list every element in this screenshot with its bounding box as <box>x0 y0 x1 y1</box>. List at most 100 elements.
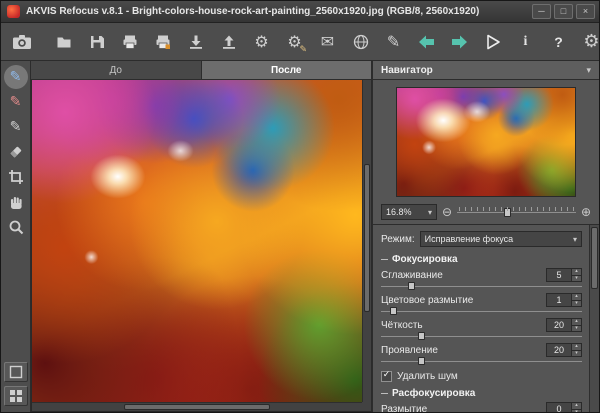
import-presets-button[interactable] <box>182 28 209 56</box>
quick-access-button[interactable] <box>4 386 28 406</box>
batch-processing-button[interactable]: ⚙ <box>248 28 275 56</box>
info-button[interactable]: i <box>512 28 539 56</box>
pencil-icon: ✎ <box>387 34 400 50</box>
snapshot-camera-button[interactable] <box>8 28 35 56</box>
slider-thumb[interactable] <box>390 307 397 315</box>
param-slider[interactable] <box>381 307 582 316</box>
vertical-scroll-thumb[interactable] <box>364 164 370 312</box>
slider-thumb[interactable] <box>418 357 425 365</box>
horizontal-scroll-thumb[interactable] <box>124 404 269 410</box>
tool-crop[interactable] <box>4 165 28 189</box>
slider-thumb[interactable] <box>408 282 415 290</box>
help-icon: ? <box>554 34 563 50</box>
focus-section-title: Фокусировка <box>392 254 458 265</box>
redo-button[interactable] <box>446 28 473 56</box>
navigator-body <box>373 80 599 200</box>
zoom-value-dropdown[interactable]: 16.8% ▾ <box>381 204 437 220</box>
import-arrow-icon <box>188 34 204 50</box>
navigator-header[interactable]: Навигатор ▾ <box>373 61 599 80</box>
close-button[interactable]: × <box>576 4 595 19</box>
undo-button[interactable] <box>413 28 440 56</box>
settings-scroll-thumb[interactable] <box>591 227 598 289</box>
defocus-section-title: Расфокусировка <box>392 388 475 399</box>
right-panel: Навигатор ▾ 16.8% ▾ ⊖ ⊕ Режим: <box>373 61 599 412</box>
slider-thumb[interactable] <box>418 332 425 340</box>
focus-section-header[interactable]: Фокусировка <box>381 252 582 267</box>
param-slider[interactable] <box>381 282 582 291</box>
gears-icon: ⚙ <box>254 34 268 50</box>
remove-noise-row: ✓ Удалить шум <box>381 368 582 384</box>
print-poster-button[interactable] <box>149 28 176 56</box>
grid-icon <box>8 388 24 404</box>
app-window: AKVIS Refocus v.8.1 - Bright-colors-hous… <box>0 0 600 413</box>
navigator-collapse-icon[interactable]: ▾ <box>586 65 591 76</box>
erase-brush-icon: ✎ <box>10 120 22 134</box>
param-blur: Размытие 0 ▴▾ <box>381 402 582 412</box>
preferences-button[interactable]: ⚙ <box>578 28 600 56</box>
zoom-slider-thumb[interactable] <box>504 208 511 217</box>
hand-icon <box>8 194 24 210</box>
smart-filter-button[interactable]: ⚙ ✎ <box>281 28 308 56</box>
remove-noise-label: Удалить шум <box>397 371 458 382</box>
param-label: Проявление <box>381 345 546 356</box>
titlebar[interactable]: AKVIS Refocus v.8.1 - Bright-colors-hous… <box>1 1 599 23</box>
spin-down-icon[interactable]: ▾ <box>572 301 581 307</box>
tool-focus-brush[interactable]: ✎ <box>4 65 28 89</box>
main-area: ✎ ✎ ✎ До <box>1 61 599 412</box>
defocus-section-header[interactable]: Расфокусировка <box>381 386 582 401</box>
annotate-pencil-button[interactable]: ✎ <box>380 28 407 56</box>
maximize-button[interactable]: □ <box>554 4 573 19</box>
toolbar: ⚙ ⚙ ✎ ✉ ✎ i ? ⚙ <box>1 23 599 61</box>
crop-icon <box>8 169 24 185</box>
spin-down-icon[interactable]: ▾ <box>572 410 581 413</box>
mode-row: Режим: Исправление фокуса ▾ <box>381 230 582 248</box>
tool-hand[interactable] <box>4 190 28 214</box>
tool-erase-brush[interactable]: ✎ <box>4 115 28 139</box>
section-collapse-icon <box>381 259 388 260</box>
preview-window-button[interactable] <box>4 362 28 382</box>
publish-web-button[interactable] <box>347 28 374 56</box>
print-image-button[interactable] <box>116 28 143 56</box>
tab-before[interactable]: До <box>31 61 202 79</box>
focus-brush-icon: ✎ <box>10 70 22 84</box>
tab-bar: До После <box>31 61 372 80</box>
zoom-out-button[interactable]: ⊖ <box>442 206 452 218</box>
param-development: Проявление 20 ▴▾ <box>381 343 582 366</box>
zoom-controls: 16.8% ▾ ⊖ ⊕ <box>373 200 599 224</box>
spin-down-icon[interactable]: ▾ <box>572 351 581 357</box>
param-spinbox[interactable]: 0 ▴▾ <box>546 402 582 412</box>
navigator-thumbnail[interactable] <box>396 87 576 197</box>
save-image-button[interactable] <box>83 28 110 56</box>
param-spinbox[interactable]: 5 ▴▾ <box>546 268 582 282</box>
help-button[interactable]: ? <box>545 28 572 56</box>
canvas-horizontal-scrollbar[interactable] <box>32 402 362 411</box>
param-label: Сглаживание <box>381 270 546 281</box>
param-spinbox[interactable]: 20 ▴▾ <box>546 343 582 357</box>
app-icon <box>7 5 20 18</box>
export-arrow-icon <box>221 34 237 50</box>
tab-after[interactable]: После <box>202 61 373 79</box>
tool-strip: ✎ ✎ ✎ <box>1 61 31 412</box>
run-button[interactable] <box>479 28 506 56</box>
tool-eraser[interactable] <box>4 140 28 164</box>
share-mail-button[interactable]: ✉ <box>314 28 341 56</box>
remove-noise-checkbox[interactable]: ✓ <box>381 371 392 382</box>
spin-down-icon[interactable]: ▾ <box>572 326 581 332</box>
tool-zoom[interactable] <box>4 215 28 239</box>
param-spinbox[interactable]: 1 ▴▾ <box>546 293 582 307</box>
scrollbar-corner <box>362 402 371 411</box>
param-slider[interactable] <box>381 357 582 366</box>
open-image-button[interactable] <box>50 28 77 56</box>
param-spinbox[interactable]: 20 ▴▾ <box>546 318 582 332</box>
mode-dropdown[interactable]: Исправление фокуса ▾ <box>420 231 582 247</box>
tool-defocus-brush[interactable]: ✎ <box>4 90 28 114</box>
export-presets-button[interactable] <box>215 28 242 56</box>
zoom-slider[interactable] <box>457 206 576 218</box>
zoom-in-button[interactable]: ⊕ <box>581 206 591 218</box>
canvas-vertical-scrollbar[interactable] <box>362 80 371 402</box>
spin-down-icon[interactable]: ▾ <box>572 276 581 282</box>
settings-scrollbar[interactable] <box>589 225 599 412</box>
minimize-button[interactable]: ─ <box>532 4 551 19</box>
param-slider[interactable] <box>381 332 582 341</box>
image-preview[interactable] <box>32 80 362 402</box>
